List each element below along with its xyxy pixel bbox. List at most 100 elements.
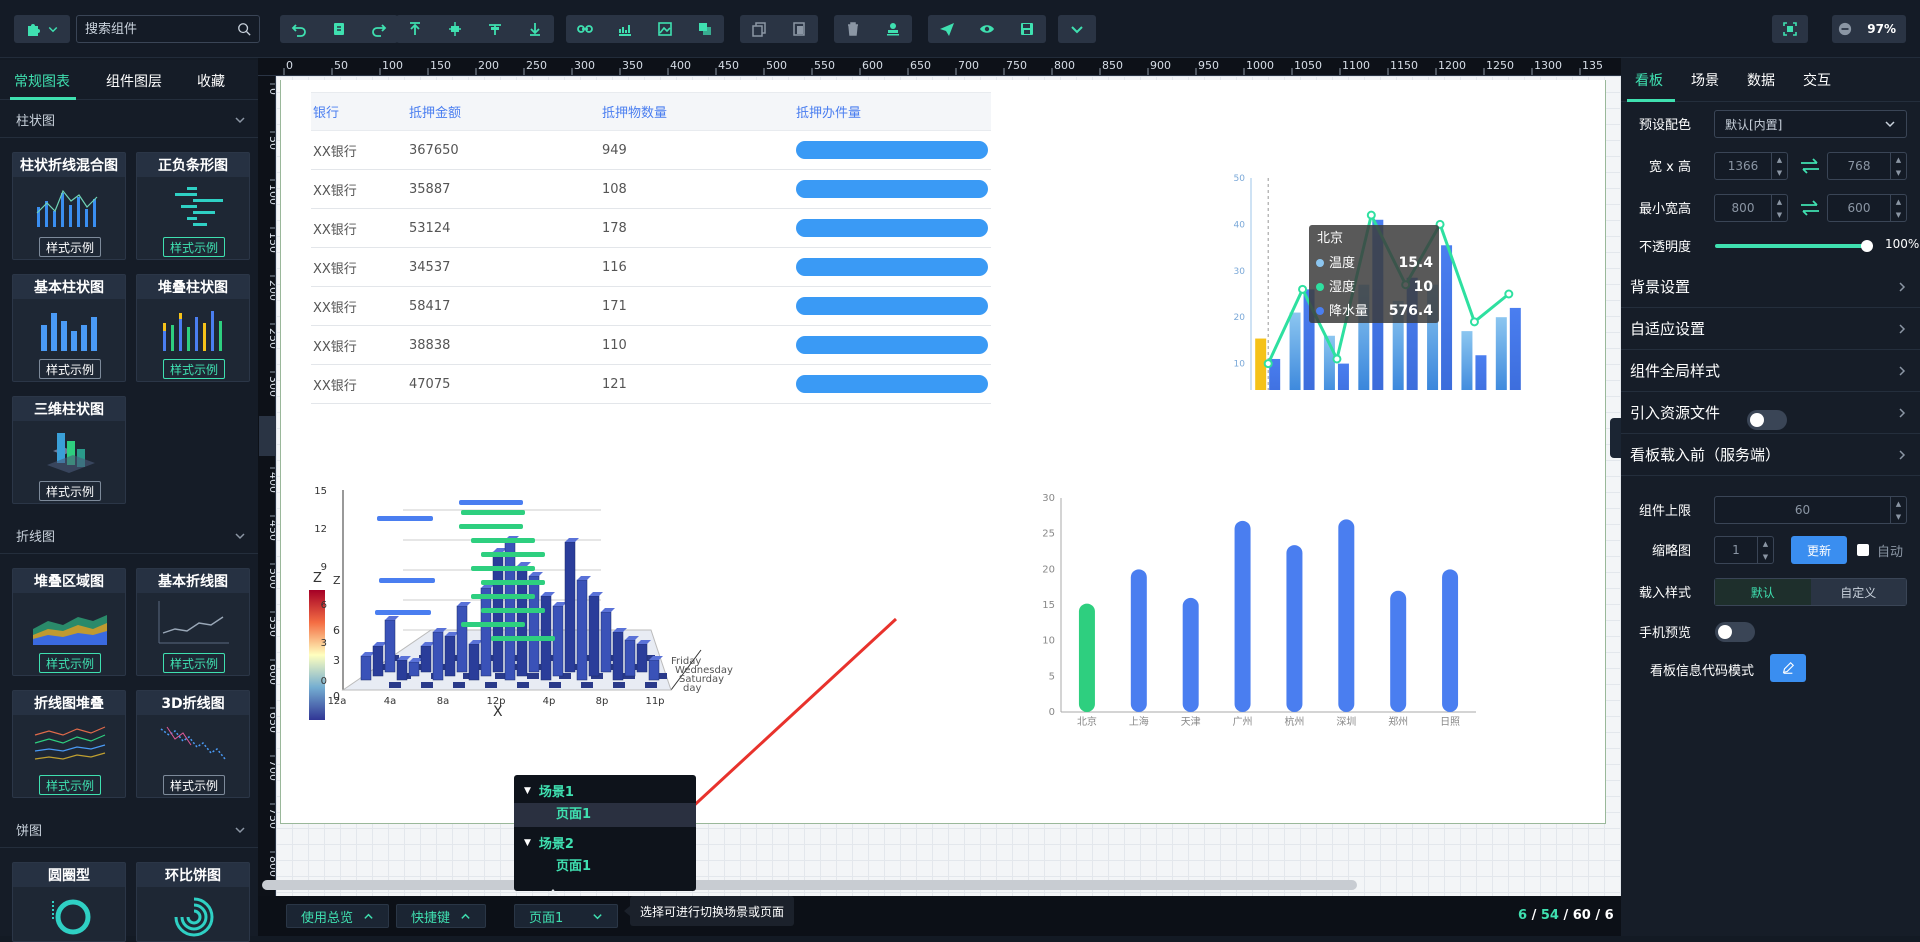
send-bottom-button[interactable] [516, 15, 554, 43]
bring-top-button[interactable] [396, 15, 434, 43]
min-height-stepper[interactable]: ▲ ▼ [1890, 195, 1906, 221]
section-line-charts[interactable]: 折线图 [0, 518, 258, 554]
mobile-preview-toggle[interactable] [1715, 622, 1755, 642]
opacity-slider-handle[interactable] [1861, 240, 1873, 252]
height-input[interactable]: 768 ▲ ▼ [1827, 152, 1907, 180]
copy-button[interactable] [740, 15, 778, 43]
more-button[interactable] [1058, 15, 1096, 43]
update-button[interactable]: 更新 [1791, 536, 1847, 564]
thumbnail-input[interactable]: 1 ▲ ▼ [1714, 536, 1774, 564]
width-input[interactable]: 1366 ▲ ▼ [1714, 152, 1788, 180]
row-global-style[interactable]: 组件全局样式 [1621, 350, 1920, 392]
vertical-scroll-handle[interactable] [1610, 418, 1621, 458]
overview-button[interactable]: 使用总览 [286, 904, 390, 928]
preset-color-select[interactable]: 默认[内置] [1714, 110, 1907, 138]
horizontal-scrollbar[interactable] [262, 880, 1357, 890]
table-row[interactable]: XX银行 58417 171 [311, 287, 991, 326]
limit-input[interactable]: 60 ▲ ▼ [1714, 496, 1907, 524]
card-stacked-bar[interactable]: 堆叠柱状图 样式示例 [136, 274, 250, 382]
style-example-button[interactable]: 样式示例 [39, 481, 101, 501]
tab-data[interactable]: 数据 [1747, 70, 1775, 90]
swap-icon[interactable] [1799, 158, 1821, 174]
table-row[interactable]: XX银行 38838 110 [311, 326, 991, 365]
load-custom-option[interactable]: 自定义 [1810, 579, 1906, 605]
min-width-input[interactable]: 800 ▲ ▼ [1714, 194, 1788, 222]
style-example-button[interactable]: 样式示例 [39, 237, 101, 257]
width-stepper[interactable]: ▲ ▼ [1771, 153, 1787, 179]
card-bar-line-mixed[interactable]: 柱状折线混合图 样式示例 [12, 152, 126, 260]
paste-button[interactable] [780, 15, 818, 43]
image-button[interactable] [646, 15, 684, 43]
card-pos-neg-bar[interactable]: 正负条形图 样式示例 [136, 152, 250, 260]
auto-checkbox[interactable] [1857, 544, 1869, 556]
stamp-button[interactable] [874, 15, 912, 43]
zoom-control[interactable]: 97% [1832, 15, 1906, 43]
card-basic-bar[interactable]: 基本柱状图 样式示例 [12, 274, 126, 382]
history-button[interactable] [320, 15, 358, 43]
card-3d-bar[interactable]: 三维柱状图 样式示例 [12, 396, 126, 504]
scene-item-1[interactable]: ▼ 场景1 [524, 781, 574, 800]
basic-bar-chart[interactable]: 0 5 10 15 20 25 30 北京 上海 天津 广州 杭州 深圳 郑州 日照 [1031, 490, 1511, 740]
opacity-slider[interactable] [1715, 244, 1867, 248]
preview-button[interactable] [968, 15, 1006, 43]
tab-favorites[interactable]: 收藏 [197, 71, 225, 91]
min-width-stepper[interactable]: ▲ ▼ [1771, 195, 1787, 221]
component-menu-button[interactable] [14, 15, 70, 43]
publish-button[interactable] [928, 15, 966, 43]
load-style-segmented[interactable]: 默认 自定义 [1714, 578, 1907, 606]
table-row[interactable]: XX银行 35887 108 [311, 170, 991, 209]
mortgage-table[interactable]: 银行 抵押金额 抵押物数量 抵押办件量 XX银行 367650 949 XX银行 358… [311, 92, 991, 404]
card-ring-pie[interactable]: 环比饼图 [136, 862, 250, 942]
thumbnail-stepper[interactable]: ▲ ▼ [1757, 537, 1773, 563]
table-row[interactable]: XX银行 53124 178 [311, 209, 991, 248]
style-example-button[interactable]: 样式示例 [163, 359, 225, 379]
page-item-scene2-page1[interactable]: 页面1 [514, 855, 696, 879]
search-input[interactable] [85, 21, 225, 37]
limit-stepper[interactable]: ▲ ▼ [1890, 497, 1906, 523]
row-background[interactable]: 背景设置 [1621, 266, 1920, 308]
import-resources-toggle[interactable] [1747, 410, 1787, 430]
shortcut-button[interactable]: 快捷键 [396, 904, 487, 928]
save-button[interactable] [1008, 15, 1046, 43]
card-stacked-area[interactable]: 堆叠区域图 样式示例 [12, 568, 126, 676]
page-item-scene1-page1[interactable]: 页面1 [514, 803, 696, 827]
chart-button[interactable] [606, 15, 644, 43]
zoom-out-icon[interactable] [1838, 22, 1852, 36]
undo-button[interactable] [280, 15, 318, 43]
table-row[interactable]: XX银行 34537 116 [311, 248, 991, 287]
style-example-button[interactable]: 样式示例 [163, 653, 225, 673]
load-default-option[interactable]: 默认 [1715, 579, 1811, 605]
card-basic-line[interactable]: 基本折线图 样式示例 [136, 568, 250, 676]
style-example-button[interactable]: 样式示例 [39, 359, 101, 379]
style-example-button[interactable]: 样式示例 [39, 775, 101, 795]
table-row[interactable]: XX银行 47075 121 [311, 365, 991, 404]
mixed-bar-line-chart[interactable]: 01020304050北京上海天津广州杭州深圳郑州日照北京温度15.4湿度10降… [1161, 120, 1531, 390]
row-adaptive[interactable]: 自适应设置 [1621, 308, 1920, 350]
tab-common-charts[interactable]: 常规图表 [14, 71, 70, 91]
page-select[interactable]: 页面1 [514, 904, 618, 928]
min-height-input[interactable]: 600 ▲ ▼ [1827, 194, 1907, 222]
search-icon[interactable] [237, 22, 251, 36]
align-middle-button[interactable] [476, 15, 514, 43]
tab-board[interactable]: 看板 [1635, 70, 1663, 90]
style-example-button[interactable]: 样式示例 [39, 653, 101, 673]
scene-page-popup[interactable]: ▼ 场景1 页面1 ▼ 场景2 页面1 [514, 775, 696, 891]
link-button[interactable] [566, 15, 604, 43]
tab-scene[interactable]: 场景 [1691, 70, 1719, 90]
table-row[interactable]: XX银行 367650 949 [311, 131, 991, 170]
dashboard-canvas[interactable]: 银行 抵押金额 抵押物数量 抵押办件量 XX银行 367650 949 XX银行 358… [280, 80, 1606, 824]
redo-button[interactable] [360, 15, 398, 43]
style-example-button[interactable]: 样式示例 [163, 237, 225, 257]
card-3d-line[interactable]: 3D折线图 样式示例 [136, 690, 250, 798]
search-box[interactable] [76, 15, 260, 43]
code-mode-button[interactable] [1770, 654, 1806, 682]
swap-icon[interactable] [1799, 200, 1821, 216]
style-example-button[interactable]: 样式示例 [163, 775, 225, 795]
tab-interaction[interactable]: 交互 [1803, 70, 1831, 90]
section-bar-charts[interactable]: 柱状图 [0, 102, 258, 138]
height-stepper[interactable]: ▲ ▼ [1890, 153, 1906, 179]
tab-component-layers[interactable]: 组件图层 [106, 71, 162, 91]
card-circle-pie[interactable]: 圆圈型 [12, 862, 126, 942]
delete-button[interactable] [834, 15, 872, 43]
scene-item-2[interactable]: ▼ 场景2 [524, 833, 574, 852]
